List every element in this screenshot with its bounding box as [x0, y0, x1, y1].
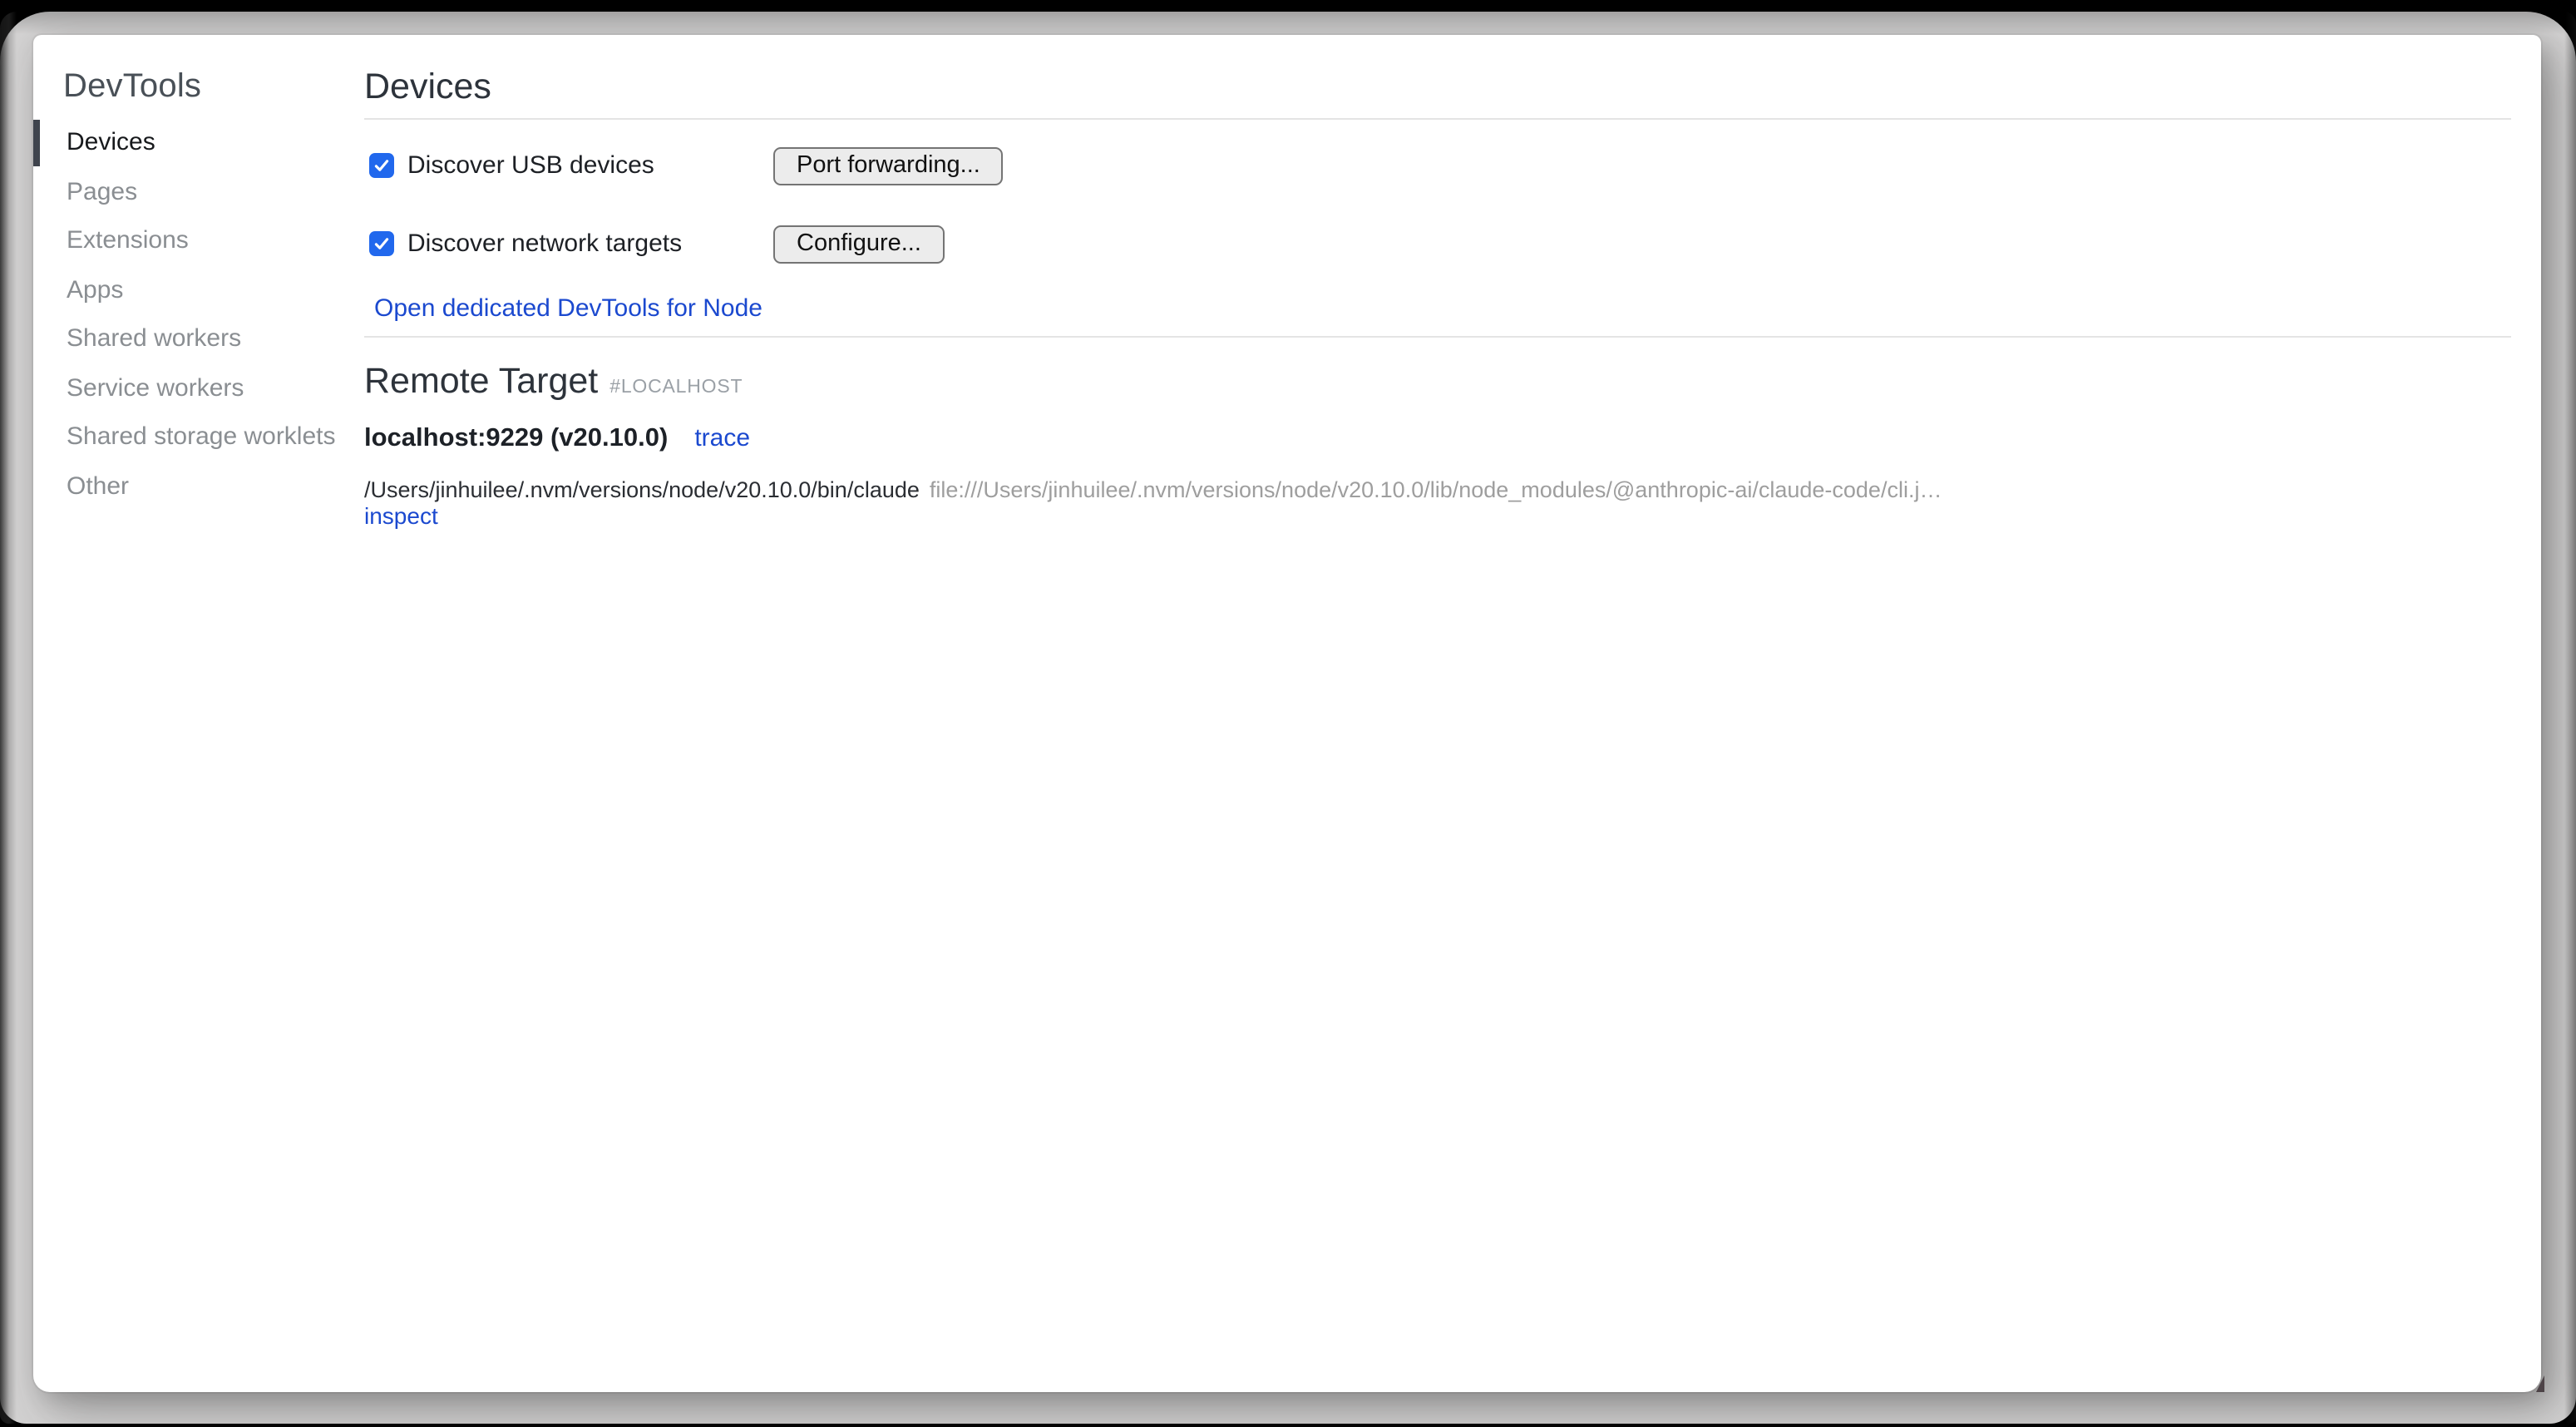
divider	[364, 336, 2511, 338]
process-path: /Users/jinhuilee/.nvm/versions/node/v20.…	[364, 477, 920, 502]
remote-target-title: Remote Target	[364, 361, 598, 401]
target-line: localhost:9229 (v20.10.0) trace	[364, 424, 750, 454]
right-edge-shadow	[2564, 12, 2576, 1424]
remote-target-heading: Remote Target #LOCALHOST	[364, 361, 743, 402]
discover-usb-checkbox[interactable]	[369, 153, 394, 178]
trace-link[interactable]: trace	[694, 424, 750, 452]
discover-network-row: Discover network targets Configure...	[369, 225, 2511, 263]
localhost-tag: #LOCALHOST	[609, 378, 743, 397]
sidebar-item-devices[interactable]: Devices	[33, 118, 374, 167]
divider	[364, 118, 2511, 120]
sidebar-item-pages[interactable]: Pages	[33, 167, 374, 216]
sidebar-item-service-workers[interactable]: Service workers	[33, 363, 374, 412]
discover-network-checkbox[interactable]	[369, 231, 394, 256]
left-edge-shadow	[0, 12, 17, 1424]
inspect-link[interactable]: inspect	[364, 502, 438, 529]
page-title: Devices	[364, 67, 491, 108]
port-forwarding-button[interactable]: Port forwarding...	[773, 146, 1004, 185]
sidebar-item-apps[interactable]: Apps	[33, 265, 374, 314]
resize-cursor	[2536, 1375, 2544, 1392]
open-node-devtools-link[interactable]: Open dedicated DevTools for Node	[374, 294, 762, 323]
discover-network-label: Discover network targets	[407, 230, 682, 258]
checkmark-icon	[373, 156, 391, 175]
target-url: file:///Users/jinhuilee/.nvm/versions/no…	[930, 477, 1942, 502]
checkmark-icon	[373, 235, 391, 253]
sidebar-item-shared-storage-worklets[interactable]: Shared storage worklets	[33, 412, 374, 462]
sidebar-item-other[interactable]: Other	[33, 462, 374, 511]
discover-usb-label: Discover USB devices	[407, 151, 654, 180]
sidebar: Devices Pages Extensions Apps Shared wor…	[33, 118, 374, 511]
target-name: localhost:9229 (v20.10.0)	[364, 424, 668, 452]
main-content: Devices Discover USB devices Port forwar…	[364, 35, 2511, 1392]
discover-usb-row: Discover USB devices Port forwarding...	[369, 146, 2511, 185]
sidebar-item-extensions[interactable]: Extensions	[33, 216, 374, 265]
devtools-window: DevTools Devices Pages Extensions Apps S…	[33, 35, 2541, 1392]
app-title: DevTools	[63, 68, 201, 106]
target-path-line: /Users/jinhuilee/.nvm/versions/node/v20.…	[364, 477, 1942, 502]
screen: DevTools Devices Pages Extensions Apps S…	[0, 0, 2576, 1427]
sidebar-item-shared-workers[interactable]: Shared workers	[33, 314, 374, 363]
configure-button[interactable]: Configure...	[773, 225, 945, 263]
